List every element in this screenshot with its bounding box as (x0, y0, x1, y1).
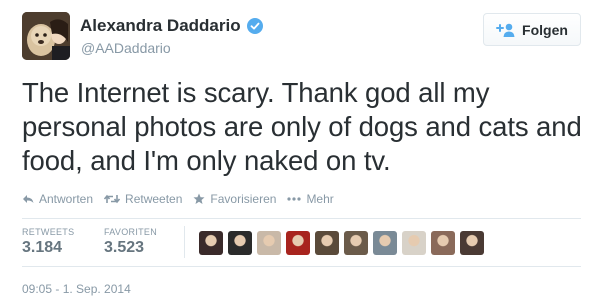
retweet-label: Retweeten (125, 192, 183, 206)
favorites-stat[interactable]: FAVORITEN 3.523 (104, 227, 157, 257)
favoriter-avatar[interactable] (286, 231, 310, 255)
favoriter-avatar[interactable] (199, 231, 223, 255)
divider (22, 266, 581, 267)
favoriter-avatar[interactable] (460, 231, 484, 255)
favoriter-avatar[interactable] (344, 231, 368, 255)
reply-label: Antworten (39, 192, 94, 206)
favoriter-avatar[interactable] (431, 231, 455, 255)
retweet-icon (104, 194, 121, 204)
more-action[interactable]: Mehr (287, 192, 334, 206)
verified-badge-icon (246, 18, 263, 34)
divider (22, 218, 581, 219)
tweet-actions: Antworten Retweeten Favorisieren Mehr (22, 192, 345, 206)
retweet-action[interactable]: Retweeten (104, 192, 182, 206)
reply-icon (23, 195, 34, 203)
favorites-count: 3.523 (104, 239, 145, 256)
more-label: Mehr (306, 192, 334, 206)
favorites-stat-label: FAVORITEN (104, 227, 158, 237)
tweet-text: The Internet is scary. Thank god all my … (22, 77, 582, 176)
tweet-card: Alexandra Daddario @AADaddario Folgen Th… (0, 0, 614, 308)
user-name-text: Alexandra Daddario (80, 16, 241, 35)
more-icon (287, 197, 302, 201)
favoriter-avatar[interactable] (373, 231, 397, 255)
follow-button-label: Folgen (522, 21, 568, 38)
stat-separator (184, 226, 185, 258)
favorite-action[interactable]: Favorisieren (193, 192, 276, 206)
retweets-stat[interactable]: RETWEETS 3.184 (22, 227, 74, 257)
favorite-label: Favorisieren (210, 192, 277, 206)
tweet-timestamp[interactable]: 09:05 - 1. Sep. 2014 (22, 282, 131, 296)
favoriter-avatar[interactable] (257, 231, 281, 255)
favoriter-avatar[interactable] (402, 231, 426, 255)
follow-button[interactable]: Folgen (483, 13, 581, 46)
user-handle[interactable]: @AADaddario (81, 40, 171, 56)
favorited-by-avatars (199, 231, 489, 255)
favoriter-avatar[interactable] (228, 231, 252, 255)
avatar-image (22, 12, 70, 60)
user-name[interactable]: Alexandra Daddario (80, 16, 263, 36)
retweets-count: 3.184 (22, 239, 63, 256)
avatar[interactable] (22, 12, 70, 60)
star-icon (193, 193, 205, 204)
add-user-icon (496, 23, 515, 37)
retweets-stat-label: RETWEETS (22, 227, 75, 237)
reply-action[interactable]: Antworten (22, 192, 93, 206)
favoriter-avatar[interactable] (315, 231, 339, 255)
